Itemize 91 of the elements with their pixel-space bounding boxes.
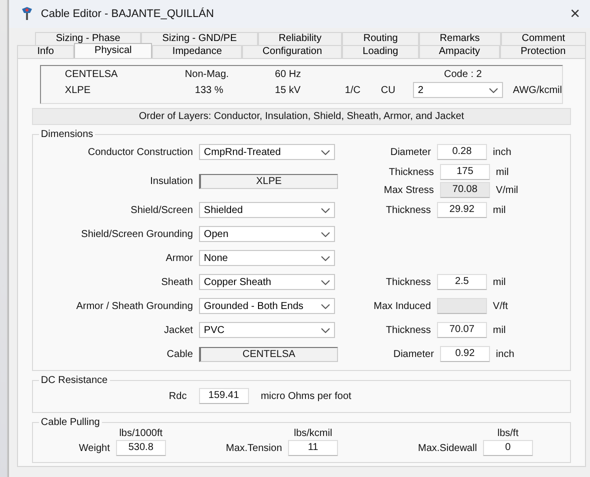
field-label: Weight — [78, 443, 110, 456]
number-field[interactable]: 0.28 — [436, 144, 487, 160]
unit-text: AWG/kcmil — [512, 84, 562, 96]
dropdown[interactable]: Grounded - Both Ends — [198, 298, 335, 314]
tab[interactable]: Impedance — [152, 45, 242, 58]
number-field[interactable]: 29.92 — [436, 202, 487, 218]
insulation-level-text: 133 % — [194, 84, 224, 96]
field-label: Max.Tension — [226, 443, 282, 456]
number-field[interactable]: 175 — [440, 164, 490, 180]
code-text: Code : 2 — [443, 69, 483, 80]
tab[interactable]: Info — [16, 45, 74, 58]
caret-icon — [488, 88, 498, 92]
field-label: Diameter — [392, 348, 434, 360]
field-label: Shield/Screen — [130, 204, 194, 216]
dropdown[interactable]: Copper Sheath — [198, 274, 335, 290]
group-title: Cable Pulling — [40, 417, 101, 428]
tab[interactable]: Sizing - GND/PE — [141, 32, 258, 45]
unit-label: micro Ohms per foot — [260, 390, 352, 402]
unit-label: lbs/ft — [497, 428, 518, 439]
field-label: Max.Sidewall — [418, 443, 477, 456]
field-label: Thickness — [384, 324, 431, 336]
cable-icon — [20, 7, 33, 21]
tab[interactable]: Loading — [342, 45, 419, 58]
unit-label: mil — [492, 204, 507, 216]
unit-label: V/ft — [492, 300, 509, 312]
unit-label: V/mil — [496, 184, 520, 196]
field-label: Rdc — [168, 390, 187, 402]
tab[interactable]: Comment — [500, 32, 586, 45]
caret-icon — [320, 304, 330, 308]
number-field[interactable]: 11 — [288, 440, 338, 456]
magnetic-text: Non-Mag. — [184, 69, 230, 80]
dropdown[interactable]: PVC — [198, 322, 335, 338]
display-field: XLPE — [198, 174, 338, 188]
caret-icon — [320, 280, 330, 284]
tab[interactable]: Physical — [74, 43, 152, 58]
group-title: DC Resistance — [40, 375, 109, 386]
number-field[interactable]: 0 — [482, 440, 533, 456]
dropdown[interactable]: Shielded — [198, 202, 335, 218]
field-label: Thickness — [384, 204, 431, 216]
number-field[interactable]: 159.41 — [198, 388, 249, 404]
field-label: Sheath — [160, 276, 194, 288]
caret-icon — [320, 328, 330, 332]
field-label: Armor — [164, 252, 194, 264]
window-title: Cable Editor - BAJANTE_QUILLÁN — [40, 8, 215, 20]
field-label: Diameter — [389, 146, 431, 158]
field-label: Max Induced — [372, 300, 431, 312]
unit-label: inch — [492, 146, 512, 158]
tab[interactable]: Ampacity — [418, 45, 500, 58]
number-field[interactable]: 2.5 — [436, 274, 487, 290]
unit-label: lbs/1000ft — [119, 428, 163, 439]
group-title: Dimensions — [40, 129, 94, 140]
material-text: CU — [380, 84, 396, 96]
manufacturer-text: CENTELSA — [64, 69, 119, 80]
field-label: Max Stress — [382, 184, 434, 196]
field-label: Jacket — [163, 324, 194, 336]
unit-label: lbs/kcmil — [294, 428, 332, 439]
order-of-layers-bar: Order of Layers: Conductor, Insulation, Shield, Sheath, Armor, and Jacket — [32, 108, 571, 125]
tab[interactable]: Reliability — [258, 32, 342, 45]
field-label: Conductor Construction — [86, 146, 194, 158]
field-label: Cable — [166, 348, 194, 360]
field-label: Insulation — [149, 176, 194, 186]
size-dropdown[interactable]: 2 — [412, 82, 503, 98]
dropdown[interactable]: CmpRnd-Treated — [198, 144, 335, 160]
tab[interactable]: Configuration — [242, 45, 342, 58]
field-label: Thickness — [384, 276, 431, 288]
frequency-text: 60 Hz — [274, 69, 302, 80]
voltage-text: 15 kV — [274, 84, 302, 96]
conductors-text: 1/C — [344, 84, 362, 96]
number-field[interactable]: 530.8 — [116, 440, 166, 456]
unit-label: inch — [496, 348, 516, 360]
number-field[interactable]: 0.92 — [440, 346, 490, 362]
tab[interactable]: Protection — [500, 45, 586, 58]
tab[interactable]: Remarks — [418, 32, 501, 45]
insulation-text: XLPE — [64, 84, 92, 96]
unit-label: mil — [492, 324, 507, 336]
tab[interactable]: Sizing - Phase — [34, 32, 142, 45]
caret-icon — [320, 208, 330, 212]
field-label: Thickness — [388, 166, 434, 178]
dropdown[interactable]: Open — [198, 226, 335, 242]
unit-label: mil — [496, 166, 510, 178]
field-label: Armor / Sheath Grounding — [75, 300, 194, 312]
close-button[interactable]: × — [566, 4, 584, 24]
display-field: CENTELSA — [198, 346, 338, 362]
number-field[interactable]: 70.07 — [436, 322, 487, 338]
dropdown[interactable]: None — [198, 250, 335, 266]
caret-icon — [320, 256, 330, 260]
caret-icon — [320, 232, 330, 236]
caret-icon — [320, 150, 330, 154]
tab[interactable]: Routing — [342, 32, 419, 45]
field-label: Shield/Screen Grounding — [80, 228, 194, 240]
unit-label: mil — [492, 276, 507, 288]
